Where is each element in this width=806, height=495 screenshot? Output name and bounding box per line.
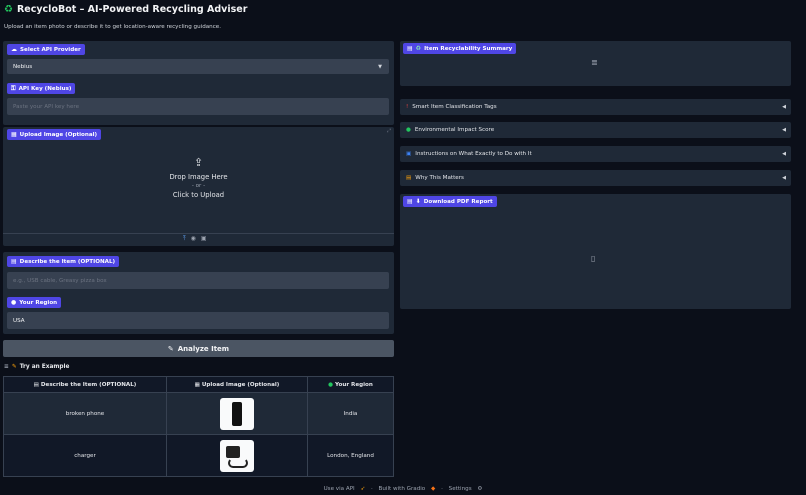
region-label: ● Your Region — [7, 297, 62, 308]
info-icon: ▣ — [406, 151, 412, 157]
document-icon: ▤ — [407, 45, 413, 52]
document-icon: ▤ — [33, 381, 39, 388]
chevron-down-icon: ▼ — [378, 63, 382, 70]
clipboard-icon[interactable]: ▣ — [201, 235, 207, 243]
image-upload-dropzone[interactable]: ⇪ Drop Image Here - or - Click to Upload… — [3, 127, 394, 246]
key-icon: ⚿ — [11, 84, 16, 92]
example-image-cell — [166, 392, 308, 435]
cloud-icon: ☁ — [11, 46, 17, 53]
document-icon: ▤ — [11, 258, 17, 265]
accordion-impact[interactable]: ● Environmental Impact Score ◀ — [400, 122, 791, 138]
wand-icon: ✎ — [167, 344, 174, 353]
upload-label: ▦ Upload Image (Optional) — [7, 129, 102, 140]
pencil-icon: ✎ — [11, 364, 17, 370]
download-icon: ⬇ — [415, 198, 421, 205]
book-icon: ▤ — [406, 175, 412, 181]
image-icon: ▦ — [194, 381, 200, 388]
gradio-link[interactable]: Built with Gradio — [379, 486, 426, 492]
file-icon: ▤ — [407, 198, 413, 205]
leaf-icon: ● — [406, 127, 411, 133]
upload-source-icon[interactable]: ⤒ — [183, 235, 186, 243]
file-icon: ▯ — [591, 254, 596, 263]
pdf-panel: ▯ — [400, 194, 791, 309]
column-header: ▦ Upload Image (Optional) — [166, 376, 308, 393]
describe-input[interactable]: e.g., USB cable, Greasy pizza box — [7, 272, 389, 289]
caret-left-icon: ◀ — [782, 175, 786, 181]
example-item: broken phone — [3, 392, 167, 435]
globe-icon: ● — [11, 299, 17, 306]
app-header: ♻ RecycloBot – AI-Powered Recycling Advi… — [4, 4, 784, 30]
list-icon: ≡ — [4, 364, 9, 370]
recycle-icon: ♻ — [415, 45, 422, 52]
globe-icon: ● — [328, 381, 333, 388]
caret-left-icon: ◀ — [782, 104, 786, 110]
example-image-cell — [166, 434, 308, 477]
examples-label: ≡ ✎ Try an Example — [4, 364, 70, 370]
summary-label: ▤ ♻ Item Recyclability Summary — [403, 43, 517, 54]
example-item: charger — [3, 434, 167, 477]
fullscreen-icon[interactable]: ⤢ — [387, 128, 391, 134]
api-key-label: ⚿ API Key (Nebius) — [7, 83, 76, 94]
accordion-why[interactable]: ▤ Why This Matters ◀ — [400, 170, 791, 186]
example-region: London, England — [307, 434, 394, 477]
image-icon: ▦ — [11, 131, 17, 138]
api-key-input[interactable]: Paste your API key here — [7, 98, 389, 115]
region-input[interactable]: USA — [7, 312, 389, 329]
pin-icon: ! — [406, 104, 409, 110]
charger-thumbnail — [220, 439, 254, 472]
api-link[interactable]: Use via API — [324, 486, 355, 492]
provider-select[interactable]: Nebius ▼ — [7, 59, 389, 74]
examples-table: ▤ Describe the Item (OPTIONAL) ▦ Upload … — [3, 376, 394, 477]
phone-thumbnail — [220, 397, 254, 430]
divider — [3, 233, 394, 234]
upload-icon: ⇪ — [193, 156, 204, 169]
example-row[interactable]: charger London, England — [3, 434, 394, 477]
recycle-icon: ♻ — [4, 4, 13, 15]
caret-left-icon: ◀ — [782, 151, 786, 157]
footer: Use via API ➶ · Built with Gradio ◆ · Se… — [323, 486, 483, 492]
rocket-icon: ➶ — [360, 486, 366, 492]
text-icon: ≣ — [591, 58, 598, 67]
caret-left-icon: ◀ — [782, 127, 786, 133]
gradio-logo-icon: ◆ — [431, 486, 436, 492]
webcam-icon[interactable]: ◉ — [191, 235, 196, 243]
column-header: ● Your Region — [307, 376, 394, 393]
pdf-label: ▤ ⬇ Download PDF Report — [403, 196, 497, 207]
settings-link[interactable]: Settings — [449, 486, 472, 492]
gear-icon: ⚙ — [477, 486, 483, 492]
accordion-instructions[interactable]: ▣ Instructions on What Exactly to Do wit… — [400, 146, 791, 162]
provider-label: ☁ Select API Provider — [7, 44, 85, 55]
app-title: RecycloBot – AI-Powered Recycling Advise… — [16, 4, 248, 15]
analyze-button[interactable]: ✎ Analyze Item — [3, 340, 394, 357]
accordion-tags[interactable]: ! Smart Item Classification Tags ◀ — [400, 99, 791, 115]
example-region: India — [307, 392, 394, 435]
app-subtitle: Upload an item photo or describe it to g… — [4, 24, 222, 30]
example-row[interactable]: broken phone India — [3, 392, 394, 435]
describe-label: ▤ Describe the Item (OPTIONAL) — [7, 256, 120, 267]
column-header: ▤ Describe the Item (OPTIONAL) — [3, 376, 167, 393]
